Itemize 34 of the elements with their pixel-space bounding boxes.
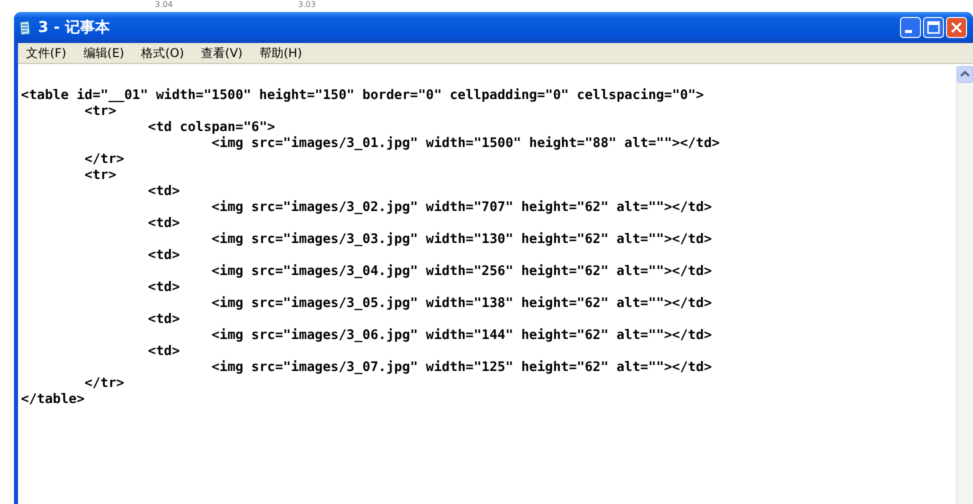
code-line: </tr> [84, 376, 126, 392]
code-line: <tr> [84, 168, 118, 184]
menu-item[interactable]: 编辑(E) [75, 44, 134, 62]
code-line: <img src="images/3_01.jpg" width="1500" height="88" alt=""></td> [210, 136, 721, 152]
code-line: <img src="images/3_03.jpg" width="130" height="62" alt=""></td> [210, 232, 713, 248]
code-line: <td> [147, 216, 181, 232]
menu-item[interactable]: 查看(V) [193, 44, 252, 62]
code-line: <table id="__01" width="1500" height="150" border="0" cellpadding="0" cellspacing="0"> [21, 88, 705, 104]
code-line: </tr> [84, 152, 126, 168]
menu-item[interactable]: 格式(O) [133, 44, 194, 62]
code-line: <td colspan="6"> [147, 120, 276, 136]
code-line: <img src="images/3_05.jpg" width="138" height="62" alt=""></td> [210, 296, 713, 312]
code-line: <td> [147, 184, 181, 200]
code-line: <td> [147, 312, 181, 328]
code-line: <td> [147, 248, 181, 264]
close-icon[interactable] [946, 17, 967, 38]
maximize-icon[interactable] [923, 17, 944, 38]
code-line: <img src="images/3_06.jpg" width="144" height="62" alt=""></td> [210, 328, 713, 344]
code-line: <td> [147, 280, 181, 296]
notepad-icon [18, 20, 32, 36]
code-line: <img src="images/3_04.jpg" width="256" height="62" alt=""></td> [210, 264, 713, 280]
menu-item[interactable]: 文件(F) [18, 44, 76, 62]
code-line: <img src="images/3_07.jpg" width="125" height="62" alt=""></td> [210, 360, 713, 376]
background-label: 3.04 [155, 0, 173, 10]
code-line: <tr> [84, 104, 118, 120]
code-line: </table> [21, 392, 86, 408]
scroll-up-icon[interactable] [957, 66, 973, 83]
minimize-icon[interactable] [900, 17, 921, 38]
window-title: 3 - 记事本 [38, 18, 110, 37]
menu-item[interactable]: 帮助(H) [252, 44, 311, 62]
background-label: 3.03 [298, 0, 316, 10]
vertical-scrollbar[interactable] [956, 66, 973, 504]
code-line: <img src="images/3_02.jpg" width="707" height="62" alt=""></td> [210, 200, 713, 216]
code-line: <td> [147, 344, 181, 360]
